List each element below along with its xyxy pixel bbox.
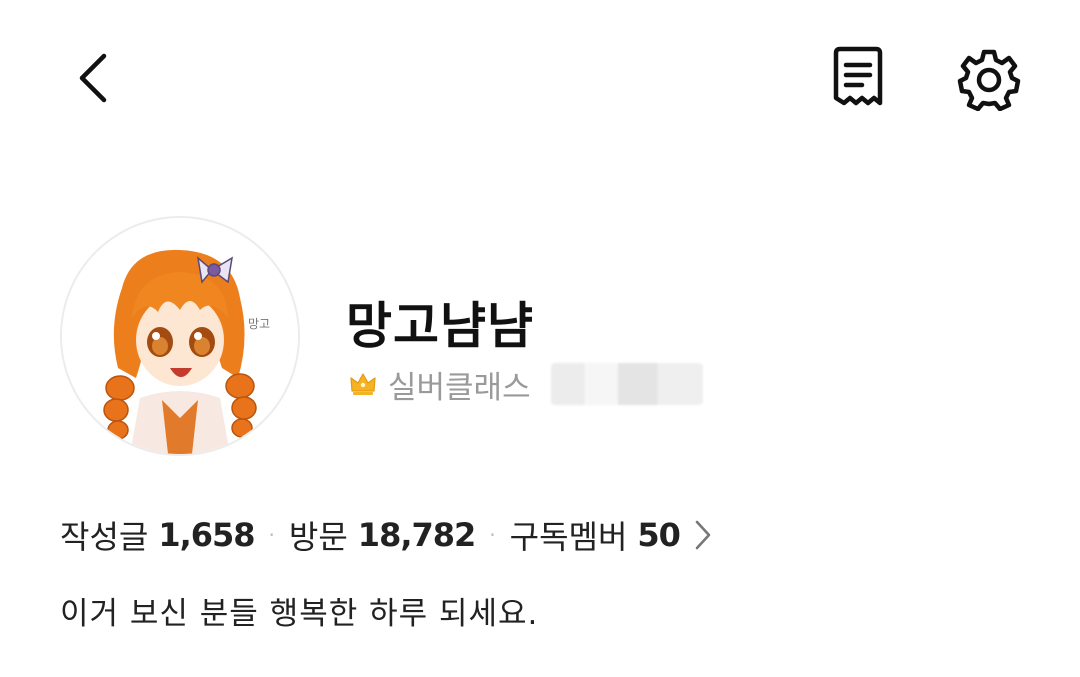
crown-icon xyxy=(350,373,376,395)
chevron-left-icon xyxy=(79,53,107,103)
receipt-icon xyxy=(833,46,883,106)
profile-nickname: 망고냠냠 xyxy=(346,297,534,355)
gear-icon xyxy=(957,49,1021,111)
chevron-right-icon xyxy=(695,520,711,550)
back-button[interactable] xyxy=(62,46,126,110)
visits-label: 방문 xyxy=(288,518,348,556)
visits-count: 18,782 xyxy=(357,516,476,554)
members-count: 50 xyxy=(637,516,681,554)
svg-text:망고: 망고 xyxy=(248,317,270,331)
grade-row: 실버클래스 xyxy=(348,362,703,406)
posts-label: 작성글 xyxy=(60,518,149,556)
profile-stats: 작성글 1,658 · 방문 18,782 · 구독멤버 50 xyxy=(60,512,712,558)
stat-separator: · xyxy=(489,523,496,547)
profile-bio: 이거 보신 분들 행복한 하루 되세요. xyxy=(60,596,539,632)
stat-separator: · xyxy=(268,523,275,547)
blurred-content xyxy=(550,363,703,405)
posts-count: 1,658 xyxy=(158,516,255,554)
subscriber-members-link[interactable]: 구독멤버 50 xyxy=(510,512,712,558)
avatar-illustration: 망고 xyxy=(103,249,270,454)
profile-avatar[interactable]: 망고 xyxy=(60,216,300,456)
activity-log-button[interactable] xyxy=(826,44,890,110)
settings-button[interactable] xyxy=(956,46,1022,112)
members-label: 구독멤버 xyxy=(509,518,628,556)
grade-label: 실버클래스 xyxy=(388,369,531,406)
